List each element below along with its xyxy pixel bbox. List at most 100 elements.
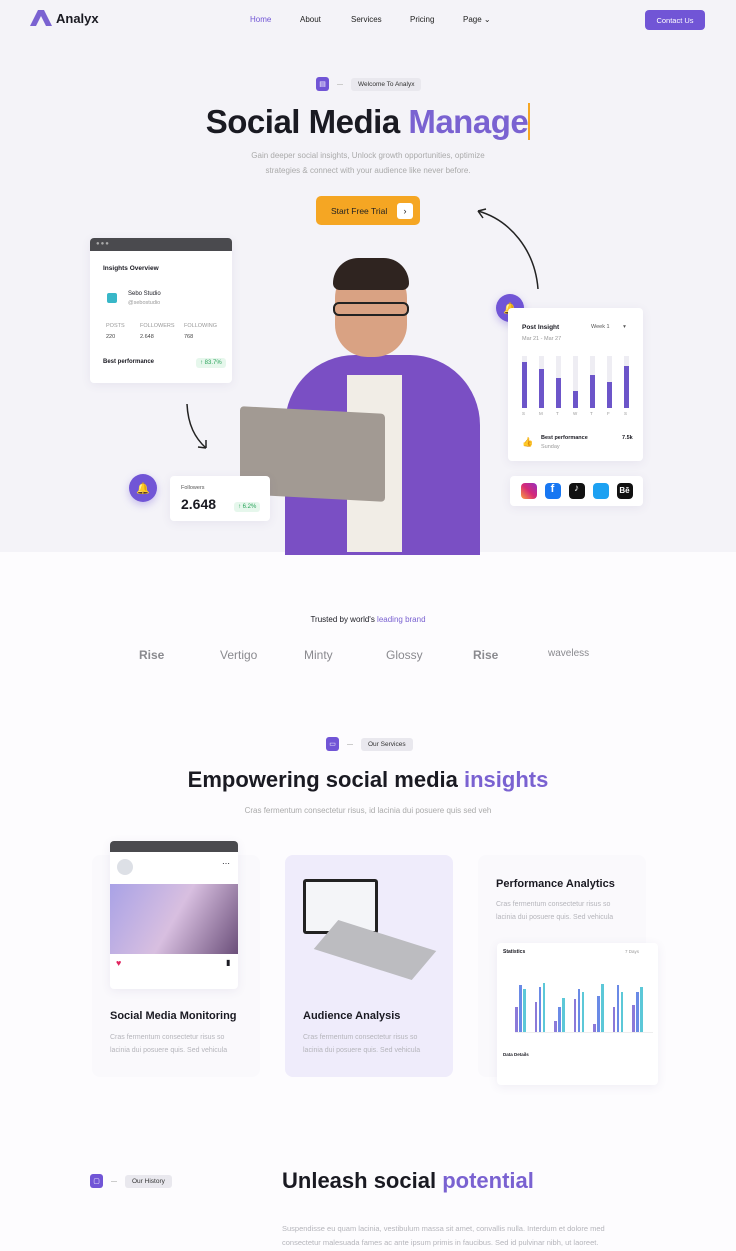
services-badge: ▭ Our Services: [326, 737, 413, 751]
stat-bar: [601, 983, 604, 1032]
start-free-trial-button[interactable]: Start Free Trial ›: [316, 196, 420, 225]
twitter-icon[interactable]: [592, 483, 609, 499]
chevron-down-icon: ⌄: [483, 15, 491, 24]
subtitle-line: strategies & connect with your audience …: [265, 166, 471, 175]
instagram-icon[interactable]: [520, 483, 537, 499]
window-dots-icon: ●●●: [90, 238, 232, 251]
stat-label: FOLLOWING: [184, 323, 218, 329]
nav-home[interactable]: Home: [250, 15, 271, 24]
post-mockup: ⋯ ♥ ▮: [110, 841, 238, 989]
title-accent: insights: [463, 767, 549, 792]
stat-bar: [620, 992, 623, 1032]
range-select[interactable]: 7 Days: [625, 949, 639, 954]
day-label: F: [607, 411, 610, 416]
card-title: Insights Overview: [103, 265, 159, 272]
history-text: Suspendisse eu quam lacinia, vestibulum …: [282, 1222, 605, 1250]
date-range: Mar 21 - Mar 27: [522, 336, 562, 342]
brand-logo-waveless: waveless: [548, 648, 590, 659]
hero-title: Social Media Manage: [0, 103, 736, 141]
welcome-badge: ▤ Welcome To Analyx: [316, 77, 422, 91]
stat-bar: [542, 982, 545, 1032]
week-select[interactable]: Week 1 ▾: [591, 324, 626, 330]
brand-logo-vertigo: Vertigo: [220, 648, 258, 662]
statistics-chart: [515, 978, 653, 1033]
day-label: M: [539, 411, 543, 416]
chart-icon: ▤: [316, 77, 329, 91]
hero-subtitle: Gain deeper social insights, Unlock grow…: [0, 148, 736, 178]
followers-label: Followers: [181, 485, 205, 491]
stat-bar: [538, 986, 541, 1032]
bar: [624, 366, 629, 408]
bar: [607, 382, 612, 408]
services-title: Empowering social media insights: [0, 767, 736, 793]
bar-track: [556, 356, 561, 408]
bar-track: [590, 356, 595, 408]
data-details-label: Data Details: [503, 1052, 529, 1057]
post-image: [110, 884, 238, 954]
stat-bar: [640, 986, 643, 1032]
hero-title-accent: Manage: [408, 103, 531, 140]
service-card-audience[interactable]: Audience Analysis Cras fermentum consect…: [285, 855, 453, 1077]
stat-bar: [562, 997, 565, 1032]
card-title: Post Insight: [522, 324, 560, 331]
stat-bar: [612, 1007, 615, 1032]
bookmark-icon: ▮: [226, 958, 231, 967]
title-accent: potential: [442, 1168, 534, 1193]
followers-card: Followers 2.648 ↑ 6.2%: [170, 476, 270, 521]
nav-page[interactable]: Page ⌄: [463, 15, 491, 24]
followers-change: ↑ 6.2%: [234, 502, 261, 512]
nav-about[interactable]: About: [300, 15, 321, 24]
trusted-heading: Trusted by world's leading brand: [0, 615, 736, 624]
nav-services[interactable]: Services: [351, 15, 382, 24]
studio-avatar: [107, 293, 117, 303]
stat-bar: [636, 992, 639, 1032]
card-title: Audience Analysis: [303, 1010, 401, 1022]
brand-logo-rise: Rise: [473, 648, 499, 662]
best-performance-label: Best performance: [541, 435, 588, 441]
logo-icon: [30, 10, 52, 26]
post-insight-card: Post Insight Week 1 ▾ Mar 21 - Mar 27 S M…: [508, 308, 643, 461]
followers-value: 2.648: [181, 496, 217, 512]
day-label: S: [624, 411, 628, 416]
calendar-icon: ▢: [90, 1174, 103, 1188]
contact-button[interactable]: Contact Us: [645, 10, 705, 30]
trusted-accent: leading brand: [377, 615, 426, 624]
text-line: Suspendisse eu quam lacinia, vestibulum …: [282, 1224, 605, 1233]
bar: [556, 377, 561, 408]
stat-label: FOLLOWERS: [140, 323, 175, 329]
bar-track: [607, 356, 612, 408]
tiktok-icon[interactable]: ♪: [568, 483, 585, 499]
day-label: T: [590, 411, 593, 416]
history-title: Unleash social potential: [282, 1168, 534, 1194]
post-insight-chart: SMTWTFS: [522, 356, 632, 416]
bar-track: [573, 356, 578, 408]
notification-bell-icon: 🔔: [129, 474, 157, 502]
nav-pricing[interactable]: Pricing: [410, 15, 434, 24]
day-label: S: [522, 411, 526, 416]
behance-icon[interactable]: Bē: [616, 483, 633, 499]
title-dark: Empowering social media: [187, 767, 464, 792]
laptop-icon: ▭: [326, 737, 339, 751]
best-performance-badge: ↑ 83.7%: [196, 358, 226, 368]
best-day: Sunday: [541, 444, 560, 450]
subtitle-line: Gain deeper social insights, Unlock grow…: [251, 151, 485, 160]
card-title: Social Media Monitoring: [110, 1010, 237, 1022]
trusted-prefix: Trusted by world's: [310, 615, 378, 624]
card-title: Performance Analytics: [496, 878, 615, 890]
bar: [539, 369, 544, 408]
brand-logo[interactable]: Analyx: [30, 10, 99, 26]
heart-icon: ♥: [116, 958, 122, 968]
brand-logo-minty: Minty: [304, 648, 333, 662]
brand-logo-glossy: Glossy: [386, 648, 423, 662]
stat-bar: [534, 1001, 537, 1032]
social-icons-bar: f ♪ Bē: [510, 476, 643, 506]
stat-bar: [597, 996, 600, 1032]
text-line: consectetur malesuada fames ac ante ipsu…: [282, 1238, 599, 1247]
service-card-performance[interactable]: Performance Analytics Cras fermentum con…: [478, 855, 658, 1085]
bar-track: [539, 356, 544, 408]
insights-overview-card: ●●● Insights Overview Sebo Studio @sebos…: [90, 238, 232, 383]
facebook-icon[interactable]: f: [544, 483, 561, 499]
service-card-monitoring[interactable]: ⋯ ♥ ▮ Social Media Monitoring Cras ferme…: [92, 841, 260, 1077]
services-label: Our Services: [361, 737, 413, 751]
best-performance-label: Best performance: [103, 359, 155, 365]
